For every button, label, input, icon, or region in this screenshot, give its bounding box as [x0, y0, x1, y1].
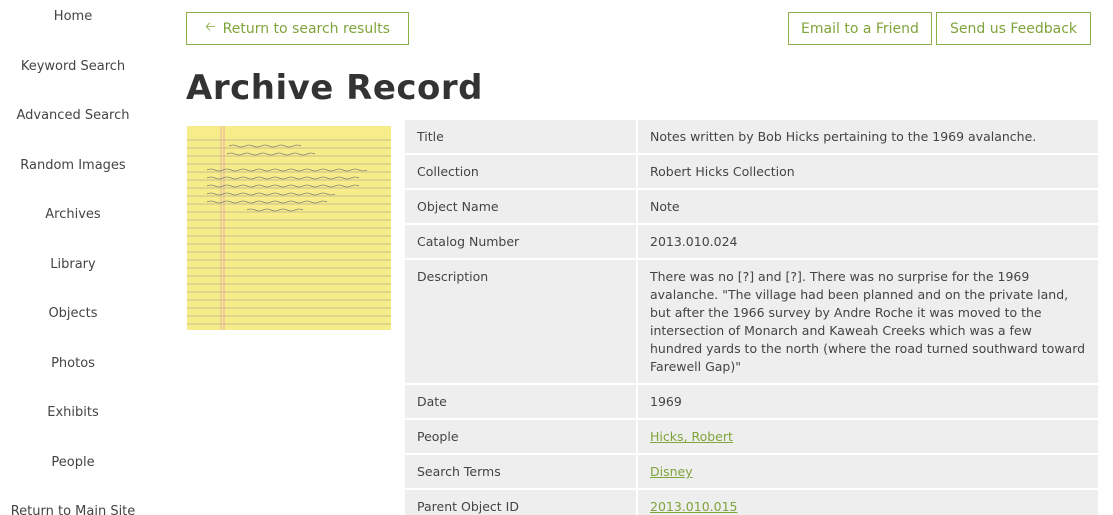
table-row: Date 1969: [405, 385, 1098, 420]
table-row: Parent Object ID 2013.010.015: [405, 490, 1098, 515]
page-title: Archive Record: [186, 68, 484, 108]
sidebar-item-people[interactable]: People: [0, 455, 146, 470]
field-value-description: There was no [?] and [?]. There was no s…: [638, 260, 1098, 385]
sidebar-item-photos[interactable]: Photos: [0, 356, 146, 371]
table-row: Search Terms Disney: [405, 455, 1098, 490]
sidebar-item-library[interactable]: Library: [0, 257, 146, 272]
field-value-search-terms: Disney: [638, 455, 1098, 490]
arrow-left-icon: 🡠: [205, 19, 216, 35]
table-row: Description There was no [?] and [?]. Th…: [405, 260, 1098, 385]
sidebar-item-return-to-main-site[interactable]: Return to Main Site: [0, 504, 146, 515]
table-row: Catalog Number 2013.010.024: [405, 225, 1098, 260]
field-value-people: Hicks, Robert: [638, 420, 1098, 455]
parent-object-id-link[interactable]: 2013.010.015: [650, 499, 737, 514]
email-to-friend-button[interactable]: Email to a Friend: [788, 12, 932, 45]
field-value-title: Notes written by Bob Hicks pertaining to…: [638, 120, 1098, 155]
field-label-date: Date: [405, 385, 638, 420]
field-value-collection: Robert Hicks Collection: [638, 155, 1098, 190]
field-label-people: People: [405, 420, 638, 455]
field-label-collection: Collection: [405, 155, 638, 190]
field-value-parent-object-id: 2013.010.015: [638, 490, 1098, 515]
field-value-catalog-number: 2013.010.024: [638, 225, 1098, 260]
sidebar-item-exhibits[interactable]: Exhibits: [0, 405, 146, 420]
sidebar-item-archives[interactable]: Archives: [0, 207, 146, 222]
handwritten-note-image: [187, 126, 391, 330]
sidebar-item-keyword-search[interactable]: Keyword Search: [0, 59, 146, 74]
return-to-search-results-label: Return to search results: [222, 20, 390, 37]
record-details-table: Title Notes written by Bob Hicks pertain…: [405, 120, 1098, 515]
field-label-object-name: Object Name: [405, 190, 638, 225]
return-to-search-results-button[interactable]: 🡠 Return to search results: [186, 12, 409, 45]
table-row: Title Notes written by Bob Hicks pertain…: [405, 120, 1098, 155]
field-label-search-terms: Search Terms: [405, 455, 638, 490]
field-label-description: Description: [405, 260, 638, 385]
sidebar-item-advanced-search[interactable]: Advanced Search: [0, 108, 146, 123]
sidebar-item-random-images[interactable]: Random Images: [0, 158, 146, 173]
field-value-date: 1969: [638, 385, 1098, 420]
table-row: Object Name Note: [405, 190, 1098, 225]
field-label-title: Title: [405, 120, 638, 155]
people-link[interactable]: Hicks, Robert: [650, 429, 733, 444]
record-thumbnail[interactable]: [187, 126, 391, 330]
sidebar-nav: Home Keyword Search Advanced Search Rand…: [0, 0, 146, 515]
table-row: Collection Robert Hicks Collection: [405, 155, 1098, 190]
field-label-parent-object-id: Parent Object ID: [405, 490, 638, 515]
send-feedback-button[interactable]: Send us Feedback: [936, 12, 1091, 45]
field-value-object-name: Note: [638, 190, 1098, 225]
table-row: People Hicks, Robert: [405, 420, 1098, 455]
search-terms-link[interactable]: Disney: [650, 464, 693, 479]
field-label-catalog-number: Catalog Number: [405, 225, 638, 260]
sidebar-item-home[interactable]: Home: [0, 9, 146, 24]
sidebar-item-objects[interactable]: Objects: [0, 306, 146, 321]
